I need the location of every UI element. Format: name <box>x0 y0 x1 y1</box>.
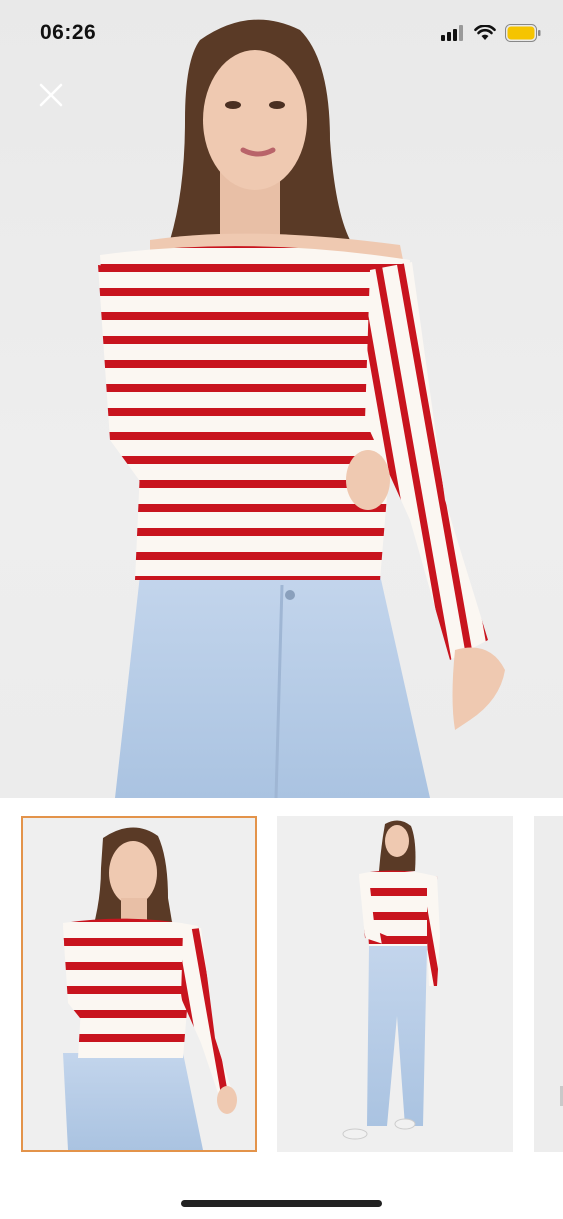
home-indicator[interactable] <box>181 1200 382 1207</box>
close-icon <box>39 83 63 107</box>
close-button[interactable] <box>36 80 66 110</box>
battery-icon <box>505 24 541 47</box>
wifi-icon <box>474 24 496 46</box>
thumbnail-photo <box>23 818 255 1150</box>
status-bar: 06:26 <box>0 0 563 66</box>
cellular-signal-icon <box>441 25 465 46</box>
main-product-image[interactable]: 06:26 <box>0 0 563 798</box>
thumbnail-photo <box>277 816 513 1152</box>
thumbnail-3[interactable] <box>534 816 563 1152</box>
thumbnail-photo <box>534 816 563 1152</box>
thumbnail-strip[interactable] <box>0 816 563 1154</box>
main-product-photo <box>98 19 505 798</box>
status-icons <box>441 24 541 47</box>
thumbnail-1[interactable] <box>21 816 257 1152</box>
thumbnail-2[interactable] <box>277 816 513 1152</box>
clock-time: 06:26 <box>40 21 97 44</box>
